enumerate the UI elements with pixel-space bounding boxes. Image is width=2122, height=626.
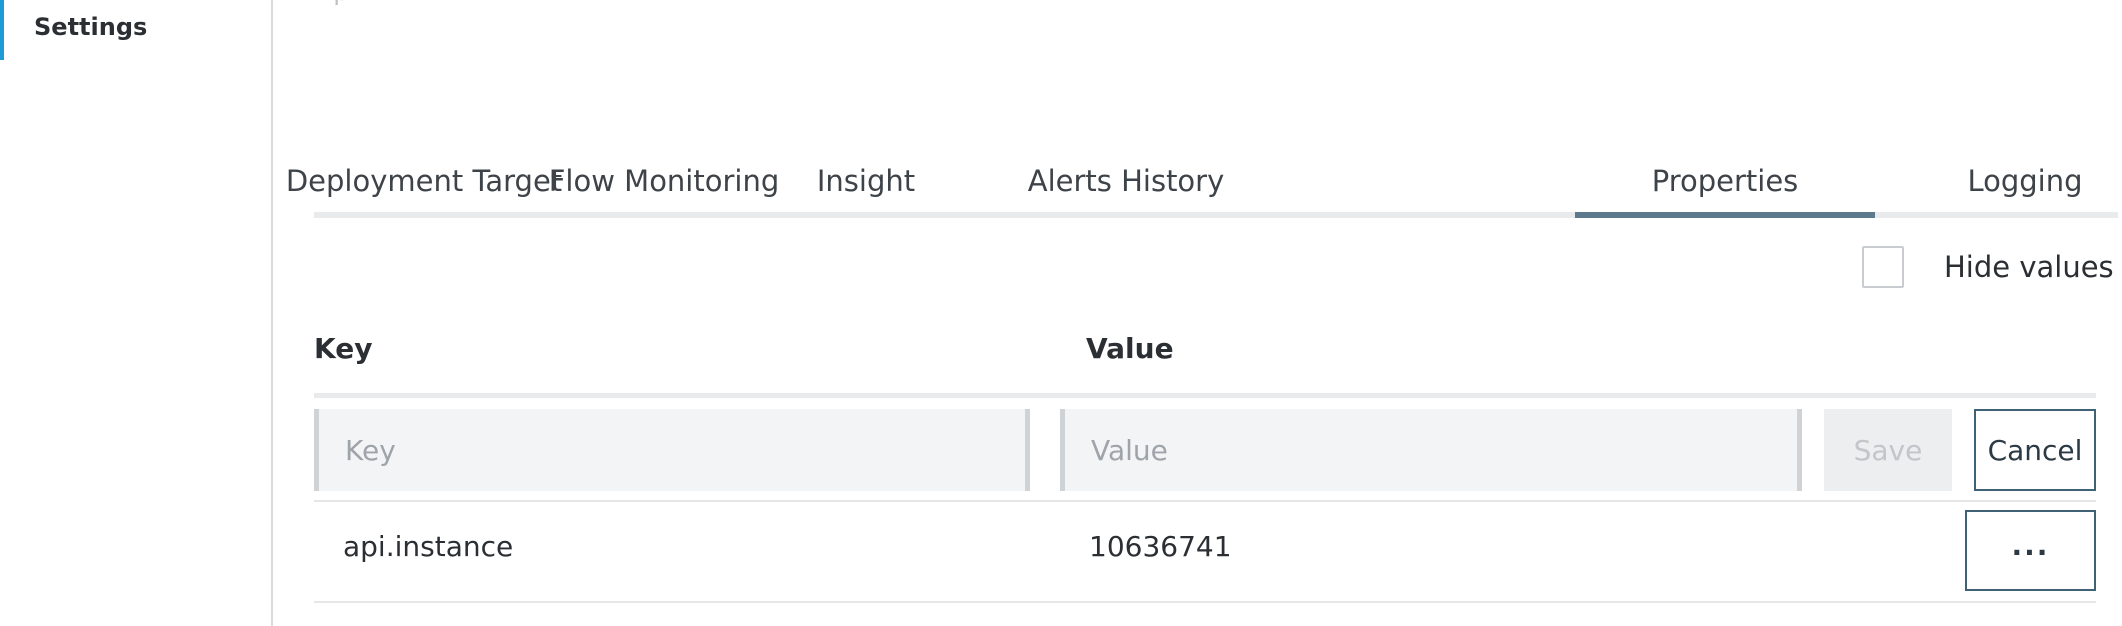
- tab-alerts-history[interactable]: Alerts History: [976, 150, 1276, 212]
- sidebar: Settings: [0, 0, 273, 626]
- more-options-icon: ...: [2011, 529, 2050, 562]
- column-header-value: Value: [1086, 332, 1174, 365]
- sidebar-item-settings[interactable]: Settings: [0, 0, 271, 60]
- hide-values-checkbox[interactable]: [1862, 246, 1904, 288]
- tab-insight[interactable]: Insight: [756, 150, 976, 212]
- property-value-cell: 10636741: [1089, 530, 1232, 563]
- column-header-key: Key: [314, 332, 373, 365]
- new-key-input[interactable]: [314, 409, 1030, 491]
- hide-values-label: Hide values: [1944, 250, 2114, 284]
- tab-properties[interactable]: Properties: [1575, 150, 1875, 218]
- sidebar-item-label: Settings: [34, 13, 148, 41]
- cancel-button[interactable]: Cancel: [1974, 409, 2096, 491]
- main-content: Ap Deployment Target Flow Monitoring Ins…: [273, 0, 2122, 626]
- property-key-cell: api.instance: [343, 530, 514, 563]
- row-divider: [314, 500, 2096, 502]
- tab-logging[interactable]: Logging: [1875, 150, 2122, 212]
- page-header-partial: Ap: [317, 0, 349, 6]
- save-button[interactable]: Save: [1824, 409, 1952, 491]
- tab-bar: Deployment Target Flow Monitoring Insigh…: [286, 150, 2118, 218]
- tab-deployment-target[interactable]: Deployment Target: [286, 150, 562, 212]
- new-value-input[interactable]: [1060, 409, 1802, 491]
- app-root: Settings Ap Deployment Target Flow Monit…: [0, 0, 2122, 626]
- row-actions-button[interactable]: ...: [1965, 510, 2096, 591]
- hide-values-toggle: Hide values: [1862, 246, 2114, 288]
- tab-flow-monitoring[interactable]: Flow Monitoring: [549, 150, 780, 212]
- table-header-divider: [314, 393, 2096, 398]
- row-divider-bottom: [314, 601, 2096, 603]
